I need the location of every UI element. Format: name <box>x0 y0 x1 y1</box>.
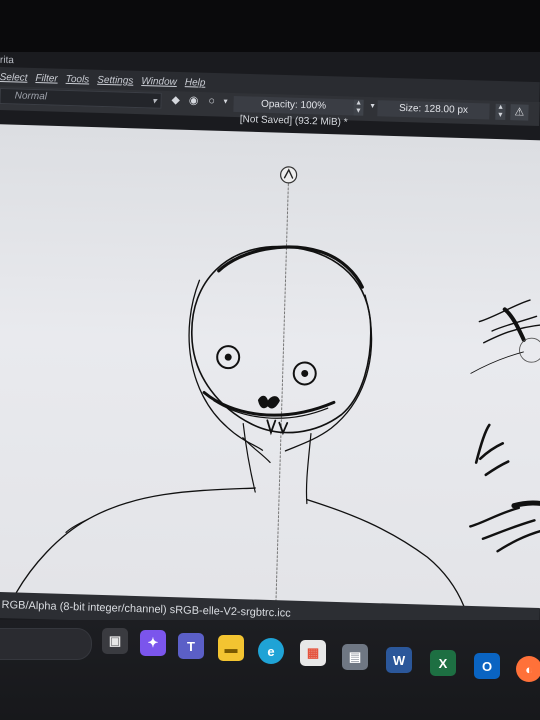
windows-taskbar: ▣ ✦ T ▬ e ▦ ▤ W X O ◐ <box>0 620 540 720</box>
excel-icon[interactable]: X <box>430 650 456 676</box>
opacity-slider[interactable]: Opacity: 100% <box>233 95 354 116</box>
edge-icon[interactable]: e <box>258 638 284 664</box>
menu-select[interactable]: Select <box>0 71 28 83</box>
firefox-icon[interactable]: ◐ <box>516 656 540 682</box>
taskbar-search[interactable] <box>0 628 92 660</box>
preset-chevron-icon[interactable]: ▾ <box>219 96 231 108</box>
teams-icon[interactable]: T <box>178 633 204 659</box>
copilot-icon[interactable]: ✦ <box>140 630 166 656</box>
brush-size-slider[interactable]: Size: 128.00 px <box>377 100 490 120</box>
guide-line <box>275 167 290 602</box>
outlook-icon[interactable]: O <box>474 653 500 679</box>
menu-window[interactable]: Window <box>141 75 177 87</box>
sketch-artwork <box>15 166 540 607</box>
blend-mode-value: Normal <box>14 90 48 103</box>
head-outline <box>191 245 372 434</box>
alpha-lock-icon[interactable]: ◉ <box>187 95 199 107</box>
document-tab[interactable]: [Not Saved] (93.2 MiB) * <box>240 114 348 128</box>
eraser-icon[interactable]: ◆ <box>169 94 181 106</box>
warning-icon[interactable]: ⚠ <box>510 104 529 121</box>
chevron-down-icon: ▾ <box>151 95 157 106</box>
word-icon[interactable]: W <box>386 647 412 673</box>
brush-preset-icon[interactable]: ○ <box>205 95 217 107</box>
menu-filter[interactable]: Filter <box>35 72 58 84</box>
menu-help[interactable]: Help <box>185 77 206 89</box>
color-profile-status: RGB/Alpha (8-bit integer/channel) sRGB-e… <box>1 599 291 620</box>
store-icon[interactable]: ▦ <box>300 640 326 666</box>
menu-settings[interactable]: Settings <box>97 74 133 86</box>
folder-icon[interactable]: ▬ <box>218 635 244 661</box>
size-spinner[interactable]: ▲ ▼ <box>495 103 506 121</box>
laptop-screen: rita Select Filter Tools Settings Window… <box>0 0 540 720</box>
app-title: rita <box>0 54 15 67</box>
drawing-canvas[interactable] <box>0 124 540 609</box>
blend-mode-select[interactable]: Normal ▾ <box>0 87 162 109</box>
calculator-icon[interactable]: ▤ <box>342 644 368 670</box>
opacity-spinner[interactable]: ▲ ▼ <box>353 99 364 116</box>
menu-tools[interactable]: Tools <box>66 73 90 85</box>
task-view-icon[interactable]: ▣ <box>102 628 128 654</box>
